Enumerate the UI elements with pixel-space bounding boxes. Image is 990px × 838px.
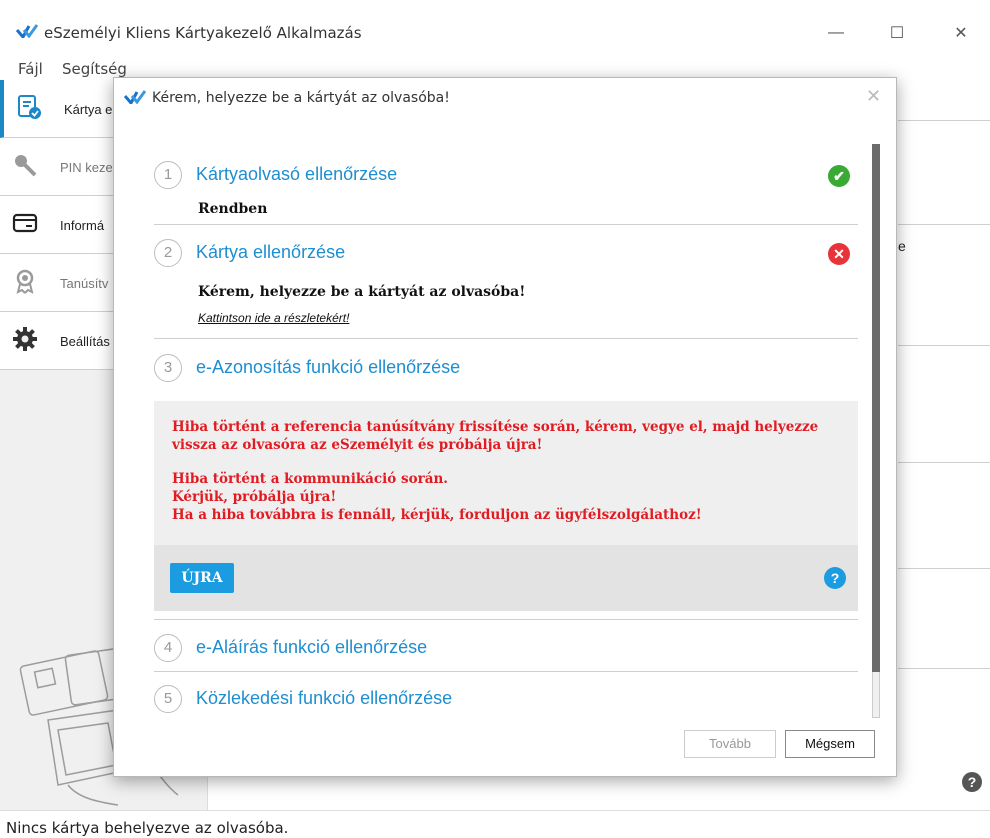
help-icon[interactable]: ? (824, 567, 846, 589)
card-check-dialog: Kérem, helyezze be a kártyát az olvasóba… (113, 77, 897, 777)
step-title: Kártya ellenőrzése (196, 242, 346, 262)
divider (898, 462, 990, 463)
sidebar-item-label: PIN keze (60, 160, 113, 175)
gear-icon (13, 327, 37, 351)
error-action-bar: ÚJRA ? (154, 545, 858, 611)
error-message: vissza az olvasóra az eSzemélyit és prób… (172, 437, 543, 453)
dialog-close-button[interactable]: ✕ (866, 86, 881, 107)
window-title: eSzemélyi Kliens Kártyakezelő Alkalmazás (44, 24, 362, 42)
dialog-title: Kérem, helyezze be a kártyát az olvasóba… (152, 90, 450, 106)
error-icon: ✕ (828, 243, 850, 265)
step-number: 2 (154, 239, 182, 267)
card-check-icon (18, 95, 41, 119)
scrollbar-thumb[interactable] (872, 144, 880, 672)
step-status-text: Rendben (198, 201, 268, 217)
app-logo-icon (16, 24, 38, 38)
step-number: 1 (154, 161, 182, 189)
divider (898, 224, 990, 225)
next-button[interactable]: Tovább (684, 730, 776, 758)
details-link[interactable]: Kattintson ide a részletekért! (198, 311, 349, 325)
menu-file[interactable]: Fájl (18, 60, 43, 78)
divider (154, 338, 858, 339)
step-title: e-Azonosítás funkció ellenőrzése (196, 357, 461, 377)
step-number: 4 (154, 634, 182, 662)
background-text: e (898, 238, 906, 254)
minimize-button[interactable]: — (813, 18, 859, 48)
sidebar-item-label: Informá (60, 218, 105, 233)
maximize-button[interactable]: ☐ (874, 18, 920, 48)
divider (898, 668, 990, 669)
title-bar: eSzemélyi Kliens Kártyakezelő Alkalmazás… (0, 0, 990, 60)
sidebar-item-label: Kártya e (64, 102, 113, 117)
help-icon[interactable]: ? (962, 772, 982, 792)
step-title: Közlekedési funkció ellenőrzése (196, 688, 453, 708)
retry-button[interactable]: ÚJRA (170, 563, 234, 593)
divider (898, 120, 990, 121)
step-title: Kártyaolvasó ellenőrzése (196, 164, 398, 184)
key-icon (15, 155, 37, 177)
error-message: Ha a hiba továbbra is fennáll, kérjük, f… (172, 507, 702, 523)
status-bar: Nincs kártya behelyezve az olvasóba. (0, 810, 990, 838)
close-window-button[interactable]: ✕ (938, 18, 984, 48)
app-logo-icon (124, 90, 146, 104)
error-message: Hiba történt a referencia tanúsítvány fr… (172, 419, 819, 435)
status-text: Nincs kártya behelyezve az olvasóba. (6, 819, 289, 837)
divider (154, 619, 858, 620)
menu-help[interactable]: Segítség (62, 60, 127, 78)
step-number: 5 (154, 685, 182, 713)
sidebar-item-label: Tanúsítv (60, 276, 109, 291)
sidebar-item-label: Beállítás (60, 334, 110, 349)
divider (154, 671, 858, 672)
check-ok-icon: ✔ (828, 165, 850, 187)
cancel-button[interactable]: Mégsem (785, 730, 875, 758)
step-number: 3 (154, 354, 182, 382)
divider (154, 224, 858, 225)
divider (898, 568, 990, 569)
error-message: Hiba történt a kommunikáció során. (172, 471, 448, 487)
step-status-text: Kérem, helyezze be a kártyát az olvasóba… (198, 284, 526, 300)
step-title: e-Aláírás funkció ellenőrzése (196, 637, 428, 657)
divider (898, 345, 990, 346)
certificate-icon (16, 269, 34, 294)
error-message: Kérjük, próbálja újra! (172, 489, 337, 505)
card-icon (12, 213, 38, 233)
